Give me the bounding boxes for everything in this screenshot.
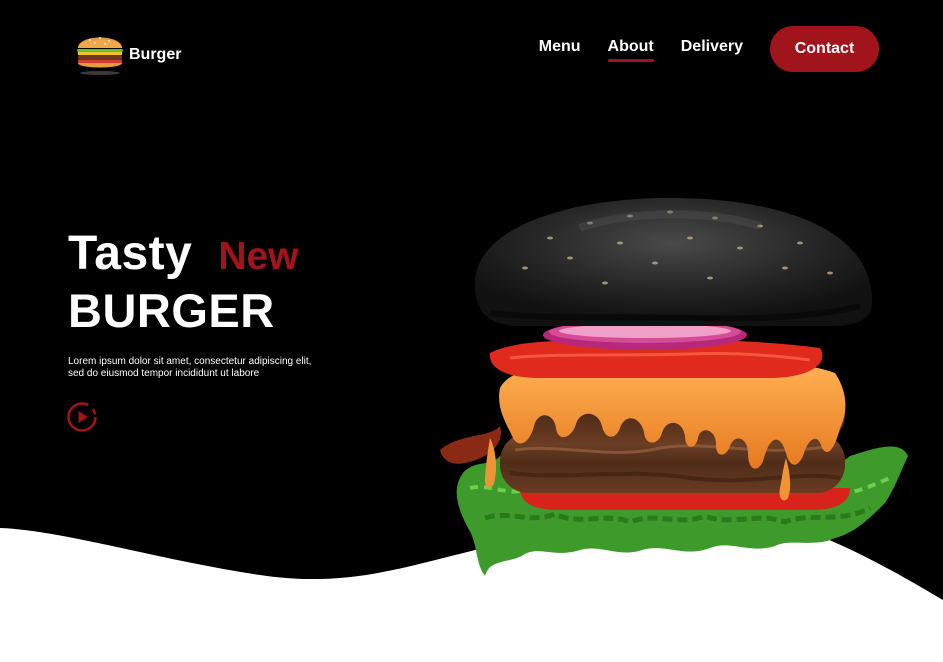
brand-name: Burger bbox=[129, 46, 182, 63]
nav-about[interactable]: About bbox=[607, 38, 654, 62]
hero-title-new: New bbox=[218, 235, 299, 278]
burger-icon bbox=[77, 37, 123, 75]
brand-logo[interactable]: Burger bbox=[74, 28, 181, 76]
hero-description: Lorem ipsum dolor sit amet, consectetur … bbox=[68, 356, 312, 379]
landing-page: Burger Menu About Delivery Contact Tasty… bbox=[0, 0, 943, 662]
hero-title-burger: BURGER bbox=[68, 284, 275, 337]
burger-image bbox=[440, 197, 908, 576]
contact-button[interactable]: Contact bbox=[770, 26, 879, 72]
nav-menu[interactable]: Menu bbox=[539, 38, 581, 60]
hero-title-tasty: Tasty bbox=[68, 227, 193, 280]
hero-section: Tasty New BURGER Lorem ipsum dolor sit a… bbox=[68, 226, 318, 380]
nav-delivery[interactable]: Delivery bbox=[681, 38, 743, 60]
play-circle-icon[interactable] bbox=[66, 401, 98, 433]
hero-title-line1: Tasty New bbox=[68, 226, 318, 281]
main-nav: Menu About Delivery Contact bbox=[539, 26, 879, 72]
